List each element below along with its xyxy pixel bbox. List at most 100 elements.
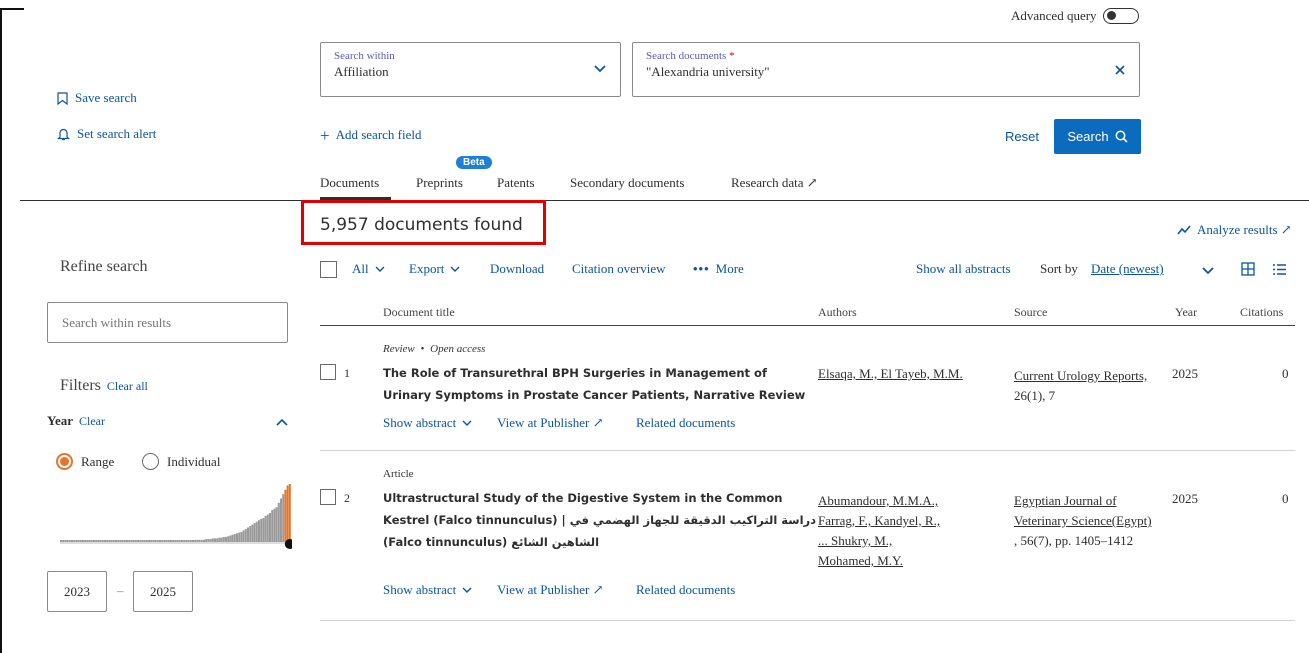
histogram-bar <box>115 540 117 542</box>
authors-cell: Abumandour, M.M.A., Farrag, F., Kandyel,… <box>818 491 940 571</box>
sort-dropdown[interactable]: Date (newest) <box>1091 261 1164 277</box>
refine-search-title: Refine search <box>60 258 148 275</box>
year-cell: 2025 <box>1172 491 1198 506</box>
source-cell: Egyptian Journal of Veterinary Science(E… <box>1014 491 1152 551</box>
range-radio[interactable]: Range <box>56 453 114 470</box>
chevron-down-icon[interactable] <box>1202 267 1214 275</box>
tab-patents[interactable]: Patents <box>497 175 535 191</box>
histogram-bar <box>189 540 192 542</box>
document-title-link[interactable]: Ultrastructural Study of the Digestive S… <box>383 487 816 553</box>
show-all-abstracts-link[interactable]: Show all abstracts <box>916 261 1011 277</box>
view-at-publisher-link[interactable]: View at Publisher ↗ <box>497 415 604 431</box>
column-header-authors[interactable]: Authors <box>818 305 857 320</box>
citation-overview-button[interactable]: Citation overview <box>572 261 666 277</box>
histogram-bar <box>275 507 278 542</box>
view-at-publisher-link[interactable]: View at Publisher ↗ <box>497 582 604 598</box>
histogram-bar <box>185 540 188 542</box>
row-checkbox[interactable] <box>320 489 336 505</box>
histogram-bar <box>282 494 285 542</box>
beta-badge: Beta <box>456 156 492 169</box>
save-search-link[interactable]: Save search <box>57 90 137 106</box>
histogram-bar <box>172 540 175 542</box>
related-documents-link[interactable]: Related documents <box>636 582 735 598</box>
title-line: Urinary Symptoms in Prostate Cancer Pati… <box>383 388 806 402</box>
grid-view-icon[interactable] <box>1241 262 1255 276</box>
more-dots-icon: ••• <box>693 261 710 276</box>
show-abstract-label: Show abstract <box>383 582 457 597</box>
year-to-input[interactable]: 2025 <box>133 571 193 612</box>
select-all-checkbox[interactable] <box>320 261 337 278</box>
advanced-query-toggle[interactable]: Advanced query <box>1011 8 1139 24</box>
title-line: الشاهين الشائع (Falco tinnunculus) <box>383 535 600 549</box>
histogram-bar <box>264 515 267 542</box>
clear-all-link[interactable]: Clear all <box>107 379 148 394</box>
author-link[interactable]: Mohamed, M.Y. <box>818 551 940 571</box>
related-documents-link[interactable]: Related documents <box>636 415 735 431</box>
column-header-source[interactable]: Source <box>1014 305 1047 320</box>
document-title-link[interactable]: The Role of Transurethral BPH Surgeries … <box>383 362 806 406</box>
column-header-citations[interactable]: Citations <box>1240 305 1283 320</box>
show-abstract-button[interactable]: Show abstract <box>383 582 472 598</box>
histogram-bar <box>225 536 227 542</box>
select-all-dropdown[interactable]: All <box>352 261 385 277</box>
clear-icon[interactable] <box>1115 65 1125 75</box>
histogram-bar <box>251 524 254 542</box>
source-link[interactable]: Current Urology Reports, <box>1014 366 1147 386</box>
tab-preprints[interactable]: Preprints <box>416 175 463 191</box>
histogram-bar <box>216 538 219 542</box>
toggle-switch[interactable] <box>1102 8 1139 24</box>
histogram-bar <box>167 540 170 542</box>
source-link[interactable]: Egyptian Journal of <box>1014 491 1152 511</box>
source-link[interactable]: Veterinary Science(Egypt) <box>1014 511 1152 531</box>
download-button[interactable]: Download <box>490 261 544 277</box>
histogram-bar <box>236 533 238 542</box>
year-histogram[interactable] <box>60 480 292 552</box>
show-abstract-button[interactable]: Show abstract <box>383 415 472 431</box>
histogram-bar <box>269 513 271 542</box>
chevron-up-icon[interactable] <box>276 418 288 426</box>
search-icon <box>1115 130 1128 143</box>
row-number: 2 <box>344 491 350 505</box>
individual-radio[interactable]: Individual <box>142 453 220 470</box>
search-within-results-input[interactable] <box>47 302 288 343</box>
authors-link[interactable]: Elsaqa, M., El Tayeb, M.M. <box>818 366 963 382</box>
histogram-bar <box>280 498 282 542</box>
radio-selected-icon <box>56 453 73 470</box>
search-button[interactable]: Search <box>1054 119 1141 154</box>
add-search-field-button[interactable]: + Add search field <box>320 127 422 144</box>
row-checkbox[interactable] <box>320 364 336 380</box>
histogram-bar <box>132 540 135 542</box>
histogram-bar <box>104 540 106 542</box>
search-documents-label: Search documents * <box>646 50 735 62</box>
list-view-icon[interactable] <box>1273 264 1286 275</box>
year-from-input[interactable]: 2023 <box>47 571 107 612</box>
more-button[interactable]: ••• More <box>693 261 744 277</box>
export-dropdown[interactable]: Export <box>409 261 460 277</box>
reset-button[interactable]: Reset <box>1005 129 1039 144</box>
analyze-results-link[interactable]: Analyze results ↗ <box>1177 222 1292 238</box>
histogram-bar <box>288 484 291 542</box>
search-within-select[interactable]: Search within Affiliation <box>320 42 621 97</box>
search-documents-input[interactable]: Search documents * "Alexandria universit… <box>632 42 1140 97</box>
year-clear-link[interactable]: Clear <box>79 414 105 429</box>
histogram-bar <box>64 540 67 542</box>
histogram-bar <box>218 537 221 542</box>
chevron-down-icon <box>462 420 472 426</box>
tab-documents[interactable]: Documents <box>320 175 379 191</box>
set-search-alert-link[interactable]: Set search alert <box>57 126 156 142</box>
histogram-bar <box>88 540 91 542</box>
tab-secondary-documents[interactable]: Secondary documents <box>570 175 684 191</box>
document-type-label: Review <box>383 343 415 355</box>
histogram-bar <box>82 540 84 542</box>
histogram-bar <box>108 540 111 542</box>
tab-research-data[interactable]: Research data ↗ <box>731 175 818 191</box>
author-link[interactable]: Farrag, F., Kandyel, R., <box>818 511 940 531</box>
author-link[interactable]: ... Shukry, M., <box>818 531 940 551</box>
analytics-icon <box>1177 225 1191 235</box>
more-label: More <box>715 261 744 276</box>
histogram-bar <box>176 540 179 542</box>
column-header-title[interactable]: Document title <box>383 305 455 320</box>
histogram-bar <box>130 540 133 542</box>
column-header-year[interactable]: Year <box>1175 305 1197 320</box>
author-link[interactable]: Abumandour, M.M.A., <box>818 491 940 511</box>
